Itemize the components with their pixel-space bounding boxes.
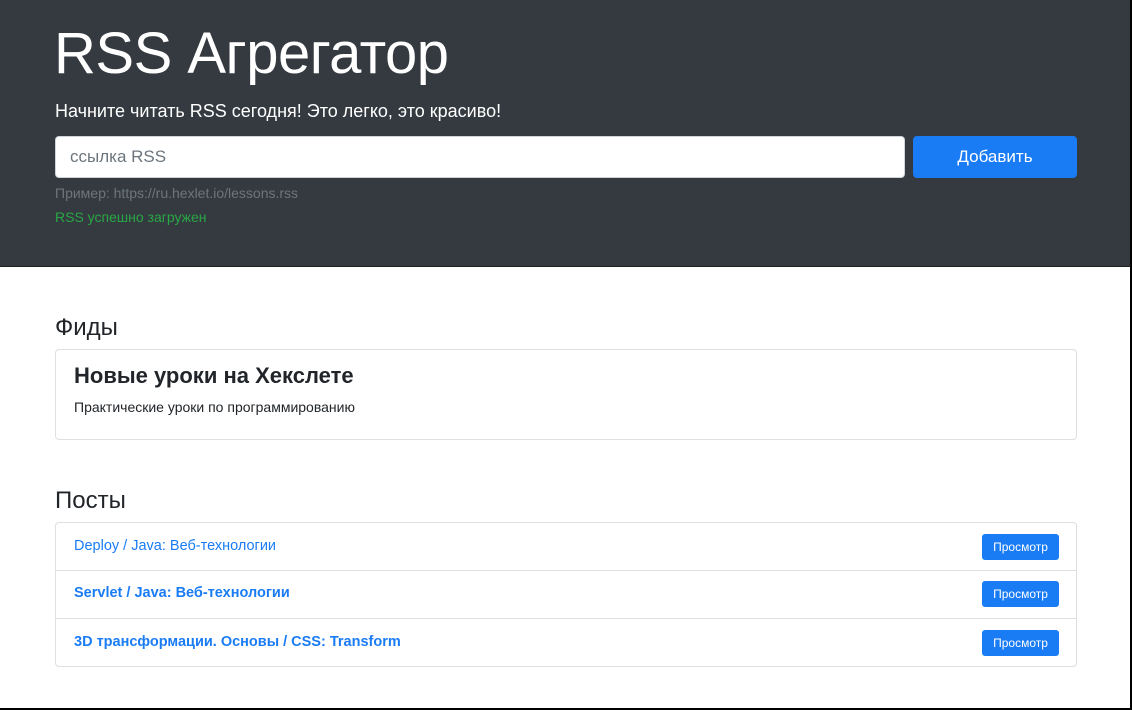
page-frame: RSS Агрегатор Начните читать RSS сегодня…	[0, 0, 1132, 710]
feed-title: Новые уроки на Хекслете	[74, 363, 354, 388]
list-item: Deploy / Java: Веб-технологии Просмотр	[56, 523, 1076, 571]
posts-heading: Посты	[55, 487, 126, 514]
post-link[interactable]: 3D трансформации. Основы / CSS: Transfor…	[74, 633, 401, 651]
feedback-message: RSS успешно загружен	[55, 209, 207, 225]
page-title: RSS Агрегатор	[54, 21, 449, 86]
list-item: Servlet / Java: Веб-технологии Просмотр	[56, 571, 1076, 619]
feed-description: Практические уроки по программированию	[74, 399, 355, 415]
feed-card: Новые уроки на Хекслете Практические уро…	[55, 349, 1077, 440]
example-hint: Пример: https://ru.hexlet.io/lessons.rss	[55, 185, 299, 201]
hero-section: RSS Агрегатор Начните читать RSS сегодня…	[0, 0, 1130, 267]
post-link[interactable]: Servlet / Java: Веб-технологии	[74, 584, 290, 602]
rss-url-input[interactable]	[55, 136, 905, 178]
posts-list: Deploy / Java: Веб-технологии Просмотр S…	[55, 522, 1077, 667]
view-button[interactable]: Просмотр	[982, 534, 1059, 560]
view-button[interactable]: Просмотр	[982, 581, 1059, 607]
post-link[interactable]: Deploy / Java: Веб-технологии	[74, 537, 276, 555]
list-item: 3D трансформации. Основы / CSS: Transfor…	[56, 619, 1076, 667]
feeds-heading: Фиды	[55, 314, 118, 341]
add-button[interactable]: Добавить	[913, 136, 1077, 178]
hero-lead: Начните читать RSS сегодня! Это легко, э…	[55, 101, 502, 121]
view-button[interactable]: Просмотр	[982, 630, 1059, 656]
